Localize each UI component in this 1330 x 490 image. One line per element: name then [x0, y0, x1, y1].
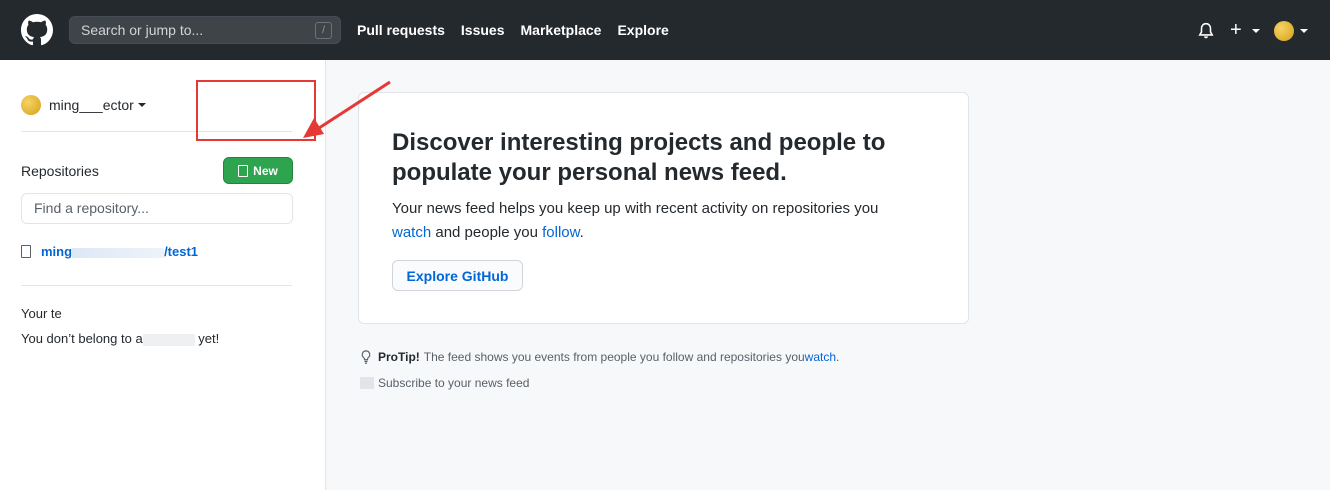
user-menu-caret-icon[interactable] [1300, 29, 1308, 33]
rss-icon [360, 377, 374, 389]
nav-marketplace[interactable]: Marketplace [521, 22, 602, 38]
nav-explore[interactable]: Explore [617, 22, 668, 38]
watch-link[interactable]: watch [392, 224, 431, 241]
context-name: ming___ector [49, 97, 134, 113]
new-repository-button[interactable]: New [223, 157, 293, 184]
sidebar-divider [21, 285, 292, 286]
repository-link[interactable]: ming/test1 [41, 244, 198, 259]
nav-pull-requests[interactable]: Pull requests [357, 22, 445, 38]
lightbulb-icon [361, 350, 371, 364]
explore-github-button[interactable]: Explore GitHub [392, 260, 523, 291]
search-input[interactable]: Search or jump to... / [69, 16, 341, 44]
teams-empty-message: You don’t belong to a yet! [21, 331, 219, 346]
card-text-b: and people you [431, 224, 543, 241]
top-header: Search or jump to... / Pull requests Iss… [0, 0, 1330, 60]
subscribe-link[interactable]: Subscribe to your news feed [360, 376, 529, 390]
find-repository-input[interactable]: Find a repository... [21, 193, 293, 224]
card-title: Discover interesting projects and people… [392, 129, 886, 186]
protip-end: . [836, 350, 840, 364]
protip-text: The feed shows you events from people yo… [423, 350, 805, 364]
repo-book-icon [238, 164, 249, 177]
github-logo-icon[interactable] [21, 14, 53, 46]
teams-empty-b: yet! [194, 331, 220, 346]
repo-owner: ming [41, 244, 73, 259]
redacted-text [142, 333, 195, 346]
news-feed-empty-card: Discover interesting projects and people… [358, 92, 969, 324]
user-avatar[interactable] [1274, 21, 1294, 41]
nav-issues[interactable]: Issues [461, 22, 505, 38]
context-switcher[interactable]: ming___ector [21, 95, 146, 115]
notifications-bell-icon[interactable] [1197, 22, 1215, 40]
repo-icon [21, 245, 31, 258]
card-text-a: Your news feed helps you keep up with re… [392, 200, 879, 217]
search-shortcut-key: / [315, 22, 332, 39]
card-text-c: . [579, 224, 584, 241]
header-nav: Pull requests Issues Marketplace Explore [357, 22, 669, 38]
redacted-owner [72, 247, 165, 258]
subscribe-label: Subscribe to your news feed [378, 376, 530, 390]
context-caret-icon [137, 103, 146, 107]
follow-link[interactable]: follow [542, 224, 580, 241]
create-new-plus-icon[interactable]: + [1230, 20, 1242, 40]
teams-heading: Your te [21, 306, 62, 321]
annotation-highlight-box [196, 80, 316, 141]
search-placeholder: Search or jump to... [81, 22, 204, 38]
protip-label: ProTip! [378, 350, 420, 364]
protip-watch-link[interactable]: watch [805, 350, 836, 364]
repositories-heading: Repositories [21, 163, 99, 179]
context-avatar [21, 95, 41, 115]
card-description: Your news feed helps you keep up with re… [392, 197, 932, 245]
protip: ProTip! The feed shows you events from p… [360, 350, 839, 364]
new-button-label: New [253, 163, 278, 178]
repository-list-item[interactable]: ming/test1 [21, 244, 198, 259]
repo-name: /test1 [164, 244, 199, 259]
create-new-caret-icon[interactable] [1252, 29, 1260, 33]
teams-empty-a: You don’t belong to a [21, 331, 143, 346]
